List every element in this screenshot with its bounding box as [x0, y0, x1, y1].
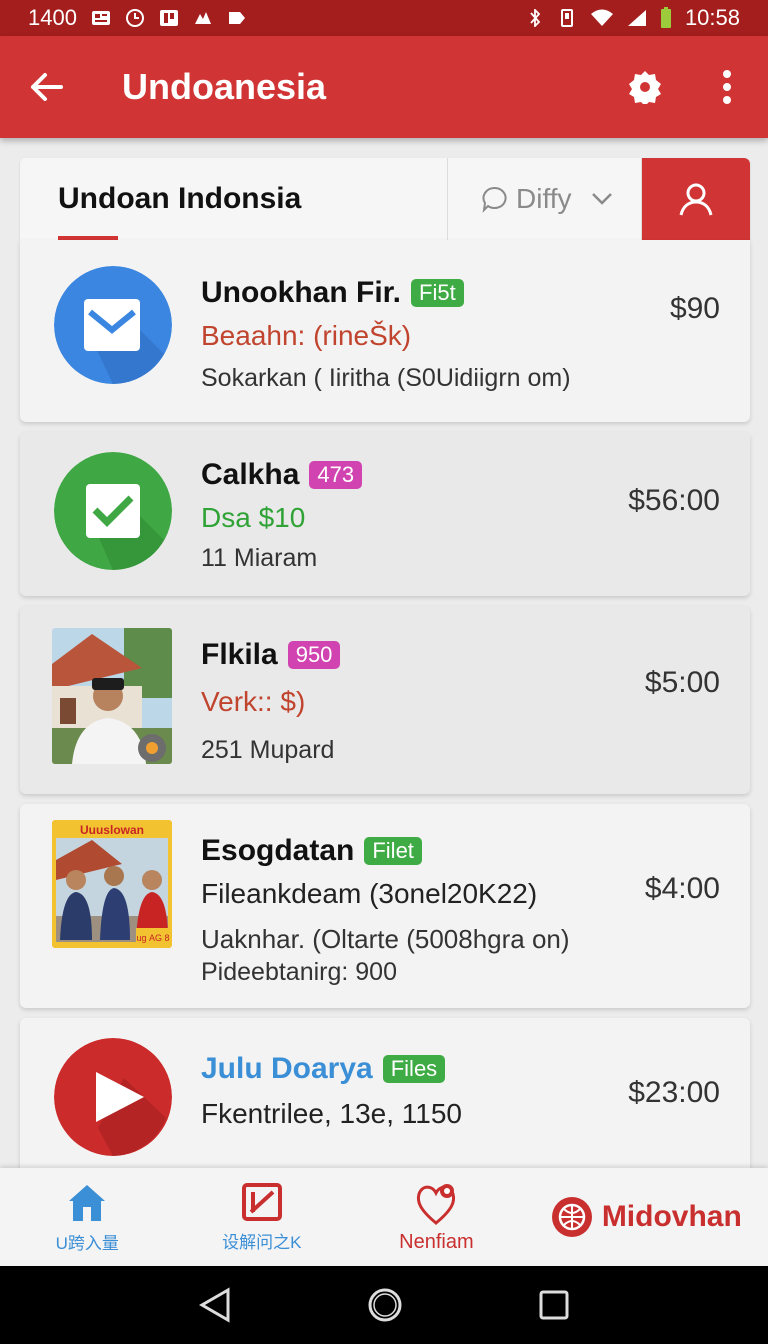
checkbox-app-icon	[54, 452, 172, 570]
item-photo	[52, 628, 172, 764]
list-item[interactable]: Julu Doarya Files Fkentrilee, 13e, 1150 …	[20, 1018, 750, 1170]
system-home-icon[interactable]	[367, 1287, 403, 1323]
chat-bubble-icon	[482, 186, 507, 213]
item-name: Unookhan Fir.	[201, 276, 402, 309]
nav-brand[interactable]: Midovhan	[524, 1168, 768, 1266]
item-subtitle: Fileankdeam (3onel20K22)	[201, 878, 538, 909]
item-price: $90	[669, 292, 720, 325]
clock-notification-icon	[125, 9, 144, 27]
heart-location-icon	[417, 1183, 456, 1225]
filter-dropdown[interactable]: Diffy	[448, 158, 642, 240]
list-item[interactable]: Calkha 473 Dsa $10 11 Miaram $56:00	[20, 432, 750, 596]
item-badge: 950	[287, 641, 341, 669]
item-name-row: Flkila 950	[201, 638, 341, 672]
item-name: Julu Doarya	[201, 1052, 373, 1085]
arrow-back-icon	[31, 73, 63, 101]
home-icon	[69, 1184, 106, 1221]
poster-title: Uuuslowan	[80, 823, 144, 837]
nav-second-label: 设解问之Κ	[222, 1232, 302, 1252]
tag-notification-icon	[228, 12, 245, 24]
system-nav-bar	[0, 1266, 768, 1344]
item-subtitle: Dsa $10	[201, 502, 306, 533]
list-item[interactable]: Flkila 950 Verk:: $) 251 Mupard $5:00	[20, 606, 750, 794]
group-poster-photo: ug АG 8 Uuuslowan	[52, 820, 172, 948]
item-badge: Filet	[364, 837, 422, 865]
item-price: $56:00	[628, 484, 720, 517]
item-badge: 473	[309, 461, 363, 489]
item-meta: Uaknhar. (Oltarte (5008hgra on)	[201, 924, 570, 954]
item-subtitle: Fkentrilee, 13e, 1150	[201, 1098, 462, 1129]
nav-second[interactable]: 设解问之Κ	[175, 1168, 350, 1266]
system-recents-icon[interactable]	[538, 1289, 570, 1321]
item-meta-secondary: Pideebtanirg: 900	[201, 958, 397, 986]
no-cards-icon	[241, 1182, 282, 1221]
item-name-row: Julu Doarya Files	[201, 1052, 446, 1086]
wifi-icon	[590, 9, 613, 26]
overflow-menu-button[interactable]	[686, 36, 768, 138]
nav-brand-label: Midovhan	[601, 1200, 742, 1233]
item-name: Esogdatan	[201, 834, 355, 867]
item-meta: 251 Mupard	[201, 736, 335, 764]
item-name-row: Unookhan Fir. Fi5t	[201, 276, 464, 310]
item-price: $5:00	[644, 666, 720, 699]
bottom-nav: U跨入量 设解问之Κ Nenfiam Midovhan	[0, 1168, 768, 1266]
tab-main[interactable]: Undoan Indonsia	[20, 158, 448, 240]
nav-third-label: Nenfiam	[399, 1230, 474, 1253]
item-badge: Files	[382, 1055, 446, 1083]
person-house-photo	[52, 628, 172, 764]
gear-icon	[629, 71, 661, 104]
list-item[interactable]: Unookhan Fir. Fi5t Beaahn: (rineŠk) Soka…	[20, 240, 750, 422]
battery-icon	[660, 7, 671, 28]
item-name: Flkila	[201, 638, 278, 671]
cloud-notification-icon	[194, 12, 211, 24]
gallery-notification-icon	[91, 11, 110, 25]
back-button[interactable]	[0, 36, 94, 138]
settings-button[interactable]	[604, 36, 686, 138]
item-name-row: Calkha 473	[201, 458, 363, 492]
filter-label: Diffy	[516, 183, 572, 214]
item-price: $23:00	[628, 1076, 720, 1109]
item-name-row: Esogdatan Filet	[201, 834, 422, 868]
user-icon	[679, 183, 713, 216]
status-bar: 1400 10:58	[0, 0, 768, 36]
globe-icon	[551, 1197, 592, 1237]
item-subtitle: Verk:: $)	[201, 686, 306, 717]
item-poster: ug АG 8 Uuuslowan	[52, 820, 172, 948]
status-time: 10:58	[684, 5, 740, 30]
nav-home-label: U跨入量	[55, 1233, 119, 1253]
nav-home[interactable]: U跨入量	[0, 1168, 175, 1266]
item-meta: 11 Miaram	[201, 544, 318, 572]
vibrate-icon	[560, 9, 573, 27]
office-notification-icon	[159, 10, 178, 26]
signal-icon	[627, 10, 646, 26]
list-item[interactable]: ug АG 8 Uuuslowan Esogdatan Filet Filean…	[20, 804, 750, 1008]
item-meta: Sokarkan ( Iiritha (S0Uidiigrn om)	[201, 364, 571, 392]
item-subtitle: Beaahn: (rineŠk)	[201, 320, 412, 351]
app-bar: Undoanesia	[0, 36, 768, 138]
profile-button[interactable]	[642, 158, 750, 240]
system-back-icon[interactable]	[198, 1287, 232, 1323]
tab-main-label: Undoan Indonsia	[58, 182, 302, 215]
bluetooth-icon	[530, 9, 541, 27]
mail-app-icon	[54, 266, 172, 384]
item-badge: Fi5t	[411, 279, 464, 307]
more-vert-icon	[723, 70, 731, 104]
item-name: Calkha	[201, 458, 300, 491]
nav-third[interactable]: Nenfiam	[349, 1168, 524, 1266]
tab-bar: Undoan Indonsia Diffy	[20, 158, 750, 240]
poster-corner: ug АG 8	[136, 933, 169, 943]
chevron-down-icon	[591, 193, 612, 205]
status-left-text: 1400	[28, 5, 77, 30]
play-app-icon	[54, 1038, 172, 1156]
item-price: $4:00	[644, 872, 720, 905]
page-title: Undoanesia	[122, 66, 327, 107]
